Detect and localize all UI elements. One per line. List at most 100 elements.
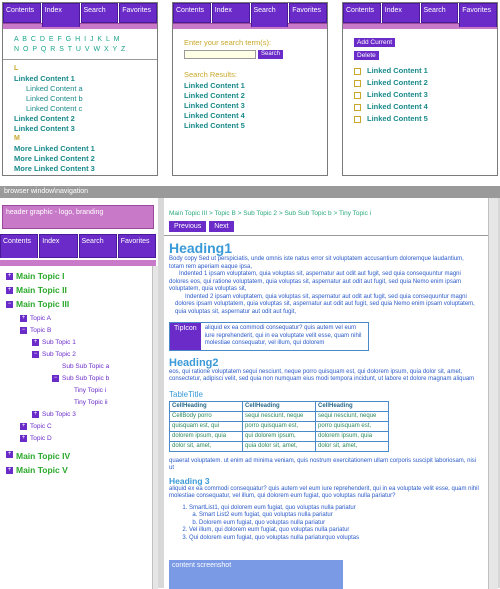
tree-node[interactable]: + Topic C xyxy=(20,421,146,432)
expand-icon[interactable]: + xyxy=(20,423,27,430)
content-scrollbar[interactable] xyxy=(488,198,498,589)
search-button[interactable]: Search xyxy=(258,50,284,59)
search-result[interactable]: Linked Content 1 xyxy=(184,81,327,91)
search-result[interactable]: Linked Content 5 xyxy=(184,121,327,131)
next-button[interactable]: Next xyxy=(209,221,234,232)
tab-contents[interactable]: Contents xyxy=(3,3,41,23)
tab-index[interactable]: Index xyxy=(211,3,250,23)
tree-node[interactable]: Tiny Topic i xyxy=(64,385,146,396)
tree-node[interactable]: Sub Sub Topic a xyxy=(52,361,146,372)
expand-icon[interactable]: + xyxy=(6,273,13,280)
tree-node-label[interactable]: Main Topic III xyxy=(16,299,69,310)
tree-node-label[interactable]: Topic B xyxy=(30,325,51,336)
index-link[interactable]: More Linked Content 1 xyxy=(14,144,157,154)
favorite-link[interactable]: Linked Content 2 xyxy=(367,77,428,89)
tree-node[interactable]: + Main Topic I xyxy=(6,271,146,282)
alphabet-row-2[interactable]: N O P Q R S T U V W X Y Z xyxy=(14,45,157,55)
tree-node-label[interactable]: Main Topic IV xyxy=(16,451,70,462)
tab-contents[interactable]: Contents xyxy=(173,3,211,23)
nav-scrollbar[interactable] xyxy=(152,266,158,589)
table-header: CellHeading xyxy=(242,400,316,412)
tree-node[interactable]: + Topic D xyxy=(20,433,146,444)
tree-node-label[interactable]: Sub Topic 3 xyxy=(42,409,76,420)
tree-node-label[interactable]: Topic C xyxy=(30,421,52,432)
tree-node-label[interactable]: Main Topic I xyxy=(16,271,64,282)
tab-index[interactable]: Index xyxy=(381,3,420,23)
tab-search[interactable]: Search xyxy=(78,234,117,258)
delete-button[interactable]: Delete xyxy=(354,51,379,60)
index-link[interactable]: More Linked Content 2 xyxy=(14,154,157,164)
expand-icon[interactable]: + xyxy=(6,451,13,458)
tab-contents[interactable]: Contents xyxy=(343,3,381,23)
tree-node[interactable]: Tiny Topic ii xyxy=(64,397,146,408)
tree-node[interactable]: − Main Topic III xyxy=(6,299,146,310)
collapse-icon[interactable]: − xyxy=(20,327,27,334)
favorite-link[interactable]: Linked Content 3 xyxy=(367,89,428,101)
tree-node-label[interactable]: Tiny Topic ii xyxy=(74,397,108,408)
collapse-icon[interactable]: − xyxy=(6,301,13,308)
tab-favorites[interactable]: Favorites xyxy=(119,3,157,23)
tree-node-label[interactable]: Sub Sub Topic a xyxy=(62,361,109,372)
tree-node[interactable]: + Main Topic IV xyxy=(6,447,146,462)
tab-favorites[interactable]: Favorites xyxy=(117,234,156,258)
favorite-checkbox[interactable] xyxy=(354,79,361,87)
previous-button[interactable]: Previous xyxy=(169,221,207,232)
favorite-link[interactable]: Linked Content 5 xyxy=(367,113,428,125)
index-link[interactable]: Linked Content c xyxy=(26,104,157,114)
index-link[interactable]: Linked Content a xyxy=(26,84,157,94)
add-current-button[interactable]: Add Current xyxy=(354,38,396,47)
tree-node[interactable]: + Sub Topic 1 xyxy=(32,337,146,348)
tree-node[interactable]: − Sub Sub Topic b xyxy=(52,373,146,384)
heading-1: Heading1 xyxy=(169,240,233,256)
tree-node[interactable]: − Sub Topic 2 xyxy=(32,349,146,360)
expand-icon[interactable]: + xyxy=(6,467,13,474)
tree-node[interactable]: + Sub Topic 3 xyxy=(32,409,146,420)
expand-icon[interactable]: + xyxy=(32,339,39,346)
favorite-checkbox[interactable] xyxy=(354,67,361,75)
favorite-checkbox[interactable] xyxy=(354,115,361,123)
expand-icon[interactable]: + xyxy=(20,315,27,322)
body-text: quaerat voluptatem. ut enim ad minima ve… xyxy=(169,457,477,472)
tree-node-label[interactable]: Sub Sub Topic b xyxy=(62,373,109,384)
tab-search[interactable]: Search xyxy=(420,3,459,23)
favorite-link[interactable]: Linked Content 1 xyxy=(367,65,428,77)
search-result[interactable]: Linked Content 3 xyxy=(184,101,327,111)
breadcrumb[interactable]: Main Topic III > Topic B > Sub Topic 2 >… xyxy=(169,210,488,217)
divider xyxy=(164,235,488,236)
tree-node-label[interactable]: Topic D xyxy=(30,433,52,444)
tab-contents[interactable]: Contents xyxy=(0,234,39,258)
index-link[interactable]: Linked Content 2 xyxy=(14,114,157,124)
index-link[interactable]: Linked Content b xyxy=(26,94,157,104)
expand-icon[interactable]: + xyxy=(20,435,27,442)
collapse-icon[interactable]: − xyxy=(32,351,39,358)
tab-favorites[interactable]: Favorites xyxy=(459,3,497,27)
tree-node[interactable]: + Topic A xyxy=(20,313,146,324)
collapse-icon[interactable]: − xyxy=(52,375,59,382)
expand-icon[interactable]: + xyxy=(32,411,39,418)
tab-search[interactable]: Search xyxy=(250,3,289,27)
index-link[interactable]: More Linked Content 3 xyxy=(14,164,157,174)
favorite-checkbox[interactable] xyxy=(354,103,361,111)
tree-node-label[interactable]: Sub Topic 2 xyxy=(42,349,76,360)
favorite-checkbox[interactable] xyxy=(354,91,361,99)
tree-node-label[interactable]: Tiny Topic i xyxy=(74,385,106,396)
tree-node-label[interactable]: Sub Topic 1 xyxy=(42,337,76,348)
tree-node-label[interactable]: Main Topic V xyxy=(16,465,68,476)
search-result[interactable]: Linked Content 2 xyxy=(184,91,327,101)
expand-icon[interactable]: + xyxy=(6,287,13,294)
tree-node[interactable]: + Main Topic II xyxy=(6,285,146,296)
tree-node[interactable]: + Main Topic V xyxy=(6,465,146,476)
tree-node-label[interactable]: Topic A xyxy=(30,313,51,324)
tab-search[interactable]: Search xyxy=(80,3,119,23)
search-result[interactable]: Linked Content 4 xyxy=(184,111,327,121)
tab-favorites[interactable]: Favorites xyxy=(289,3,327,23)
index-link[interactable]: Linked Content 3 xyxy=(14,124,157,134)
tree-node[interactable]: − Topic B xyxy=(20,325,146,336)
search-input[interactable] xyxy=(184,50,256,59)
tab-index[interactable]: Index xyxy=(39,234,78,258)
alphabet-row-1[interactable]: A B C D E F G H I J K L M xyxy=(14,35,157,45)
favorite-link[interactable]: Linked Content 4 xyxy=(367,101,428,113)
index-link[interactable]: Linked Content 1 xyxy=(14,74,157,84)
tab-index[interactable]: Index xyxy=(41,3,80,27)
tree-node-label[interactable]: Main Topic II xyxy=(16,285,67,296)
